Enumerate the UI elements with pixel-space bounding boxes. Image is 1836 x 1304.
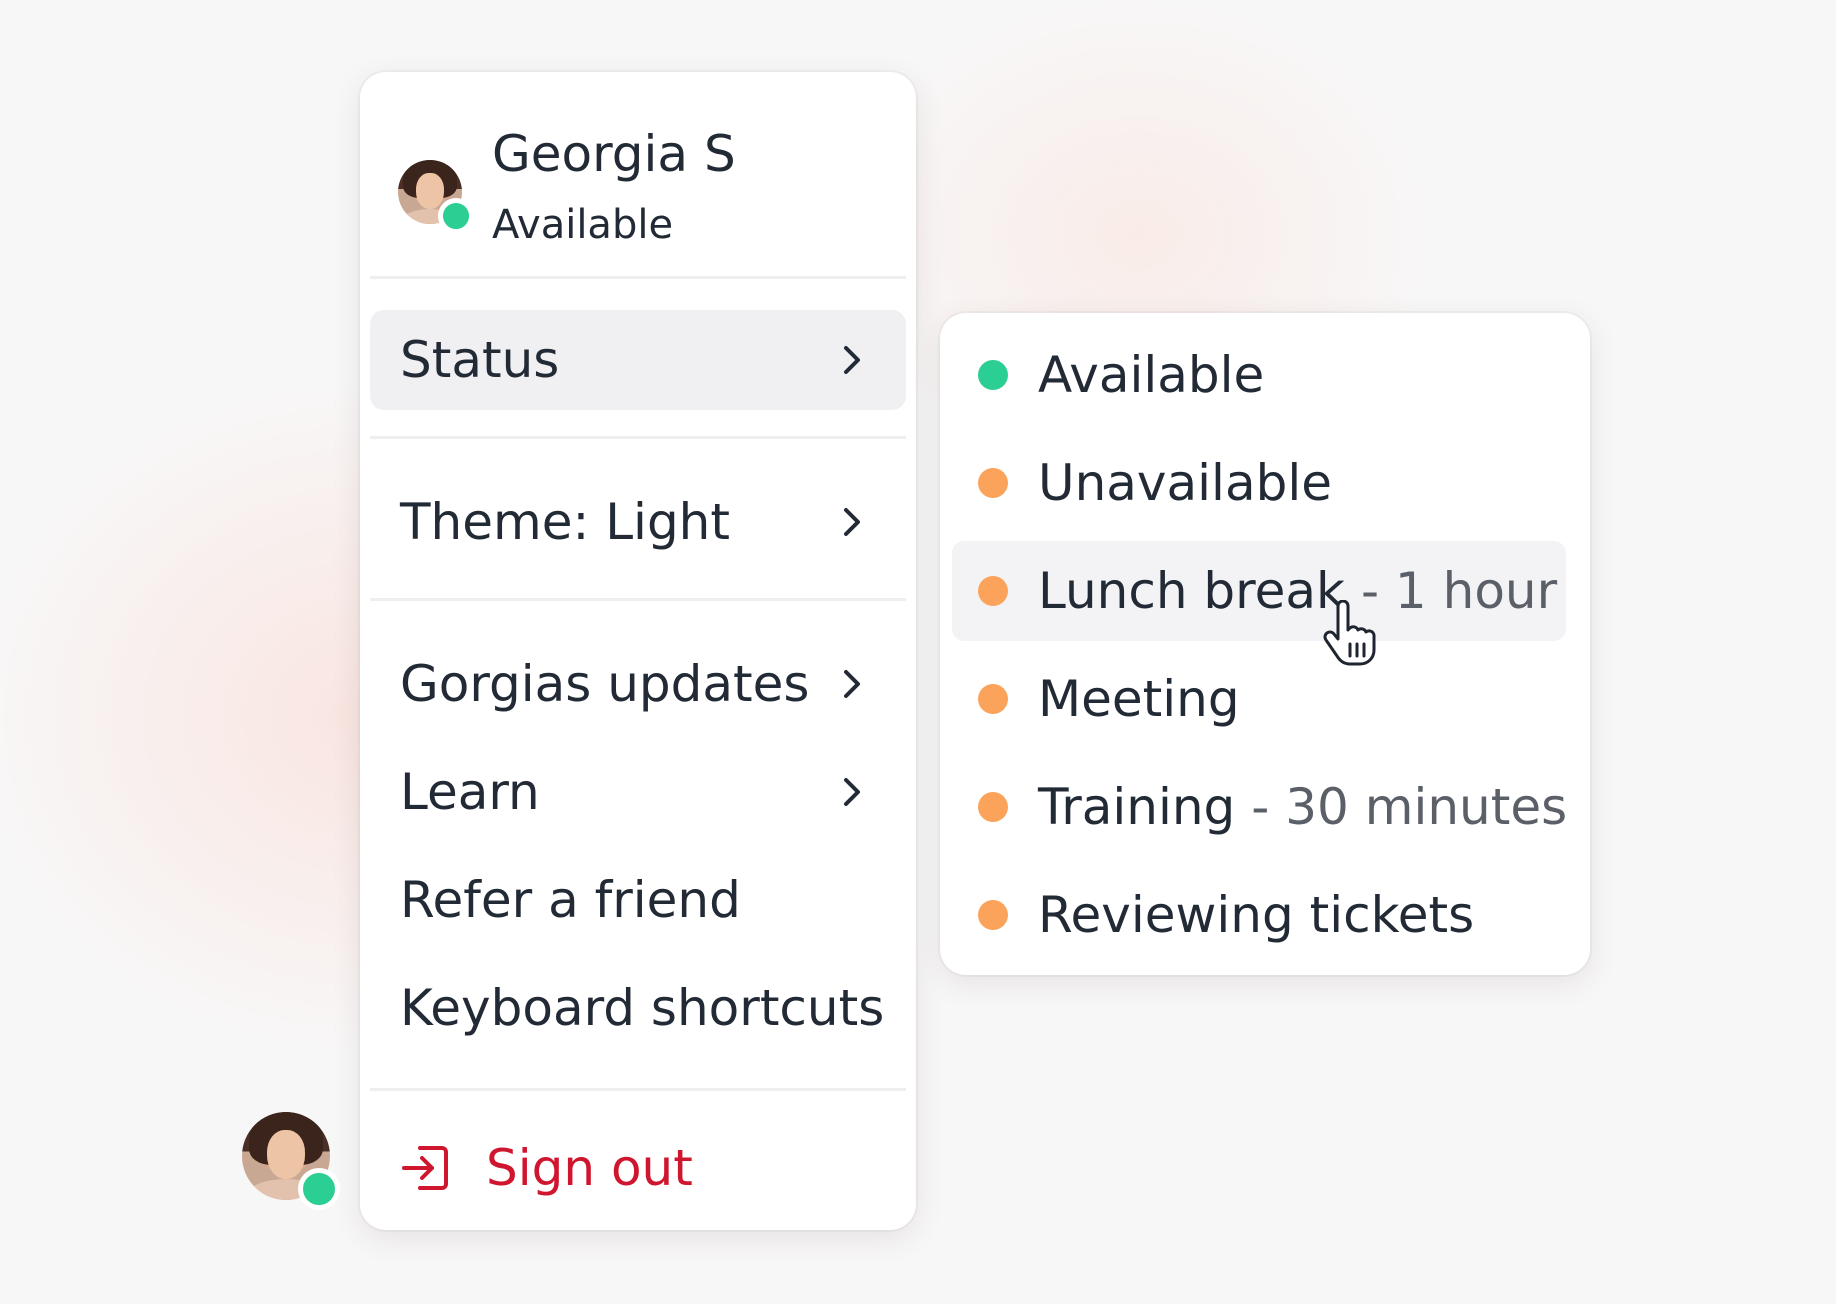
divider [370,276,906,279]
status-option-training[interactable]: Training - 30 minutes [952,757,1568,857]
menu-item-keyboard-shortcuts[interactable]: Keyboard shortcuts [370,958,906,1058]
status-option-label: Lunch break [1038,562,1345,620]
user-profile-header: Georgia S Available [398,100,878,270]
status-dot-orange [978,684,1008,714]
user-name: Georgia S [492,125,736,183]
status-option-available[interactable]: Available [952,325,1566,425]
menu-item-label: Refer a friend [400,871,741,929]
menu-item-theme[interactable]: Theme: Light [370,472,906,572]
status-dot-orange [978,468,1008,498]
chevron-right-icon [844,670,860,698]
menu-item-gorgias-updates[interactable]: Gorgias updates [370,634,906,734]
status-option-label: Available [1038,346,1265,404]
status-option-lunch-break[interactable]: Lunch break - 1 hour [952,541,1566,641]
menu-item-label: Gorgias updates [400,655,810,713]
divider [370,436,906,439]
sign-out-label: Sign out [486,1139,693,1197]
menu-item-label: Keyboard shortcuts [400,979,885,1037]
status-option-label: Unavailable [1038,454,1332,512]
chevron-right-icon [844,508,860,536]
status-dot-orange [978,900,1008,930]
menu-item-label: Status [400,331,560,389]
menu-item-label: Theme: Light [400,493,730,551]
online-status-indicator [298,1168,340,1210]
user-avatar [398,160,474,234]
online-status-indicator [438,198,474,234]
status-option-label: Reviewing tickets [1038,886,1475,944]
chevron-right-icon [844,346,860,374]
menu-item-learn[interactable]: Learn [370,742,906,842]
sign-out-button[interactable]: Sign out [370,1118,906,1218]
user-status: Available [492,202,674,248]
status-submenu: Available Unavailable Lunch break - 1 ho… [940,313,1590,975]
status-option-duration: - 30 minutes [1251,778,1568,836]
status-dot-orange [978,576,1008,606]
menu-item-status[interactable]: Status [370,310,906,410]
status-option-unavailable[interactable]: Unavailable [952,433,1566,533]
user-menu: Georgia S Available Status Theme: Light … [360,72,916,1230]
chevron-right-icon [844,778,860,806]
divider [370,598,906,601]
divider [370,1088,906,1091]
menu-item-label: Learn [400,763,540,821]
status-dot-orange [978,792,1008,822]
account-avatar-button[interactable] [242,1112,340,1210]
status-option-label: Meeting [1038,670,1240,728]
status-option-duration: - 1 hour [1360,562,1558,620]
menu-item-refer-a-friend[interactable]: Refer a friend [370,850,906,950]
status-option-meeting[interactable]: Meeting [952,649,1566,749]
sign-out-icon [402,1146,448,1190]
status-option-reviewing-tickets[interactable]: Reviewing tickets [952,865,1566,965]
status-dot-green [978,360,1008,390]
hand-pointer-icon [1323,600,1376,666]
status-option-label: Training [1038,778,1236,836]
